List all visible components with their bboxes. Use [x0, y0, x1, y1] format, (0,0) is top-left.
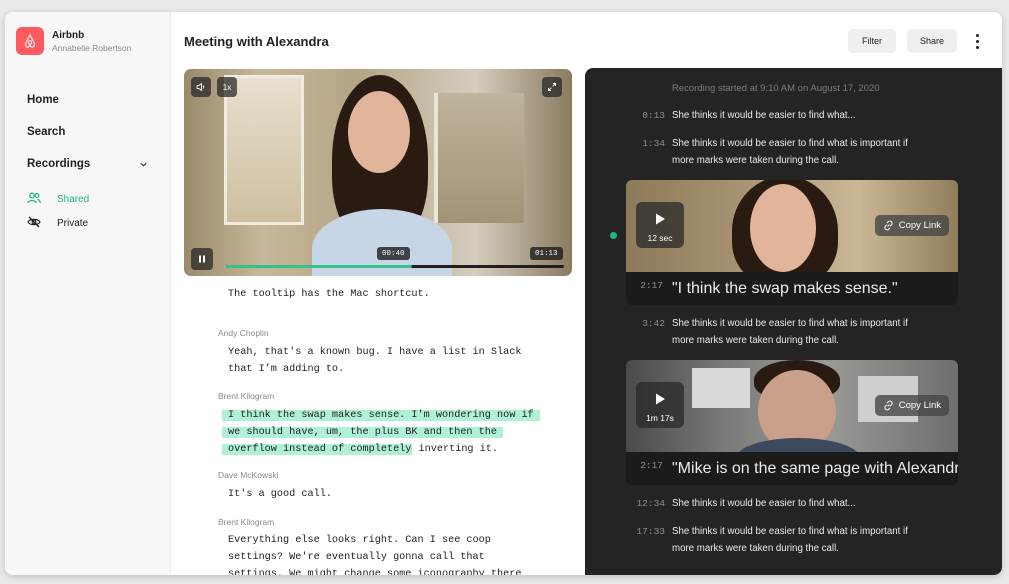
copy-link-button[interactable]: Copy Link [874, 215, 949, 236]
play-clip-button[interactable]: 12 sec [636, 202, 684, 248]
clip-card[interactable]: 12 sec Copy Link 2:17 "I think the swap … [626, 180, 958, 305]
eye-off-icon [27, 216, 41, 231]
link-icon [884, 220, 893, 231]
timestamp: 0:13 [642, 110, 665, 121]
brand: Airbnb Annabelle Robertson [16, 27, 131, 55]
recording-panel: Recording started at 9:10 AM on August 1… [585, 68, 1002, 575]
sidebar-item-shared[interactable]: Shared [27, 192, 89, 207]
progress-fill [226, 265, 412, 268]
speaker-name: Brent Kilogram [218, 391, 275, 401]
transcript-line: settings. We might change some iconograp… [228, 569, 522, 575]
link-icon [884, 400, 893, 411]
brand-name: Airbnb [52, 29, 85, 41]
pause-icon[interactable] [191, 248, 213, 270]
transcript-line: that I’m adding to. [228, 364, 345, 375]
page-title: Meeting with Alexandra [184, 34, 329, 49]
row-text: She thinks it would be easier to find wh… [672, 138, 908, 149]
clip-caption: "Mike is on the same page with Alexandra… [672, 460, 958, 477]
more-options-icon[interactable] [971, 32, 983, 50]
transcript-line: Yeah, that's a known bug. I have a list … [228, 347, 522, 358]
row-text: She thinks it would be easier to find wh… [672, 498, 856, 509]
transcript-line: It's a good call. [228, 489, 332, 500]
speaker-name: Dave McKowski [218, 470, 279, 480]
duration: 01:13 [530, 247, 563, 260]
sidebar-item-label: Shared [57, 194, 90, 205]
row-text: more marks were taken during the call. [672, 335, 839, 346]
timestamp: 12:34 [636, 498, 665, 509]
highlighted-line[interactable]: we should have, um, the plus BK and then… [222, 424, 503, 441]
transcript-line: Everything else looks right. Can I see c… [228, 535, 491, 546]
highlighted-line[interactable]: overflow instead of completely inverting… [222, 441, 498, 458]
speaker-name: Andy Choplin [218, 328, 269, 338]
recording-start-label: Recording started at 9:10 AM on August 1… [672, 83, 880, 94]
clip-thumbnail: 12 sec Copy Link [626, 180, 958, 272]
speaker-name: Brent Kilogram [218, 517, 275, 527]
share-button[interactable]: Share [907, 29, 957, 53]
current-time: 00:40 [377, 247, 410, 260]
airbnb-logo-icon [16, 27, 44, 55]
row-text: She thinks it would be easier to find wh… [672, 526, 908, 537]
sidebar-item-home[interactable]: Home [27, 94, 59, 106]
clip-duration: 12 sec [647, 233, 673, 243]
row-text: She thinks it would be easier to find wh… [672, 110, 856, 121]
timestamp: 17:33 [636, 526, 665, 537]
sidebar-item-recordings[interactable]: Recordings [27, 158, 90, 170]
copy-link-button[interactable]: Copy Link [874, 395, 949, 416]
clip-caption: "I think the swap makes sense." [672, 280, 898, 297]
play-clip-button[interactable]: 1m 17s [636, 382, 684, 428]
filter-button[interactable]: Filter [848, 29, 896, 53]
users-icon [27, 192, 41, 207]
video-player[interactable]: 1x 00:40 01:13 [184, 69, 572, 276]
timestamp: 1:34 [642, 138, 665, 149]
transcript-line: settings? We're eventually gonna call th… [228, 552, 485, 563]
transcript-line: The tooltip has the Mac shortcut. [228, 289, 430, 300]
clip-card[interactable]: 1m 17s Copy Link 2:17 "Mike is on the sa… [626, 360, 958, 485]
sidebar-item-private[interactable]: Private [27, 216, 88, 231]
highlighted-line[interactable]: I think the swap makes sense. I'm wonder… [222, 407, 540, 424]
playback-speed-button[interactable]: 1x [217, 77, 237, 97]
row-text: more marks were taken during the call. [672, 543, 839, 554]
active-marker [610, 232, 617, 239]
timestamp: 2:17 [640, 460, 663, 471]
fullscreen-icon[interactable] [542, 77, 562, 97]
timestamp: 3:42 [642, 318, 665, 329]
clip-thumbnail: 1m 17s Copy Link [626, 360, 958, 452]
app-window: Airbnb Annabelle Robertson Home Search R… [5, 12, 1002, 575]
sidebar-item-label: Private [57, 218, 89, 229]
row-text: more marks were taken during the call. [672, 155, 839, 166]
brand-user: Annabelle Robertson [52, 42, 132, 53]
clip-duration: 1m 17s [646, 413, 674, 423]
volume-icon[interactable] [191, 77, 211, 97]
sidebar: Airbnb Annabelle Robertson Home Search R… [5, 12, 171, 575]
row-text: She thinks it would be easier to find wh… [672, 318, 908, 329]
timestamp: 2:17 [640, 280, 663, 291]
video-progress-bar[interactable] [226, 265, 564, 268]
sidebar-item-search[interactable]: Search [27, 126, 65, 138]
chevron-down-icon[interactable] [139, 156, 148, 174]
